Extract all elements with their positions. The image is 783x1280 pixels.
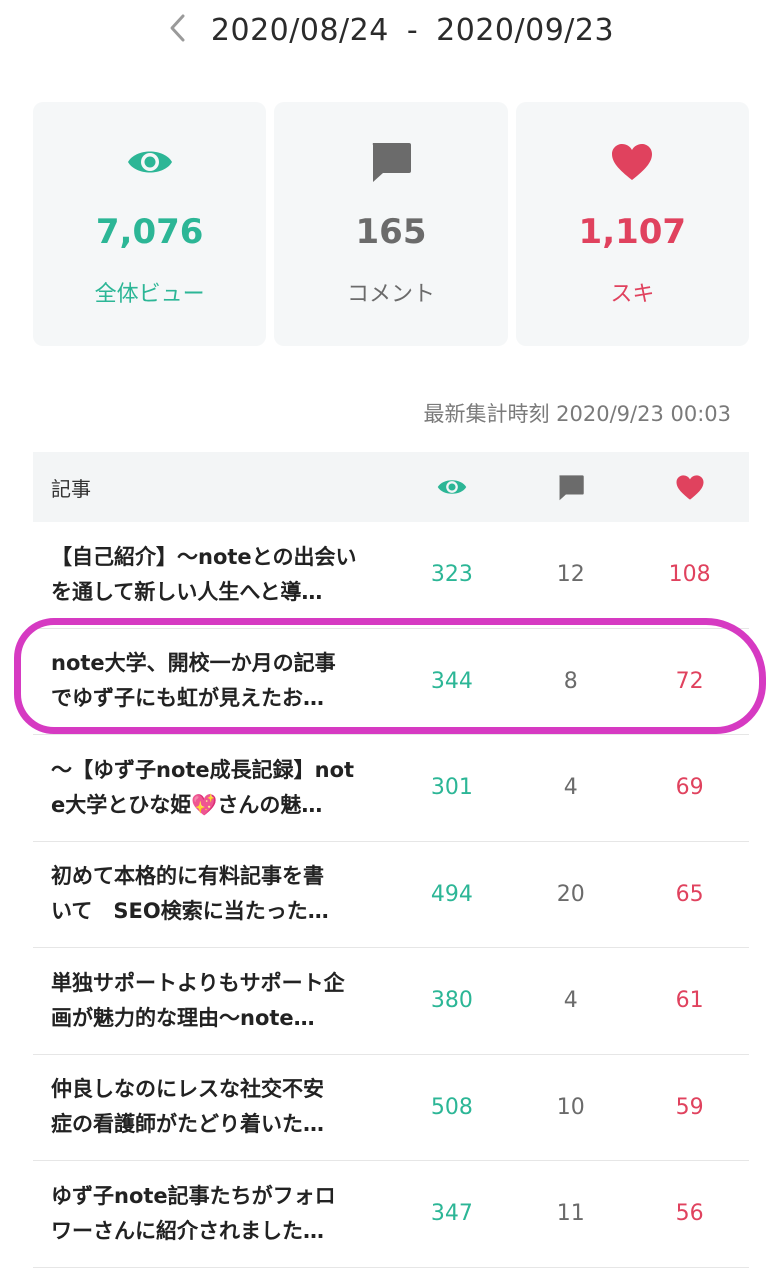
eye-icon	[437, 480, 467, 494]
likes-column-header[interactable]	[630, 474, 749, 501]
chevron-left-icon	[170, 14, 185, 42]
article-comments: 10	[556, 1094, 585, 1120]
last-updated-text: 最新集計時刻 2020/9/23 00:03	[423, 402, 731, 426]
article-views: 344	[430, 668, 473, 694]
comments-label: コメント	[346, 282, 435, 307]
date-separator: -	[406, 12, 419, 48]
comments-column-header[interactable]	[511, 474, 630, 501]
eye-icon	[126, 140, 174, 184]
article-title[interactable]: 初めて本格的に有料記事を書 いて SEO検索に当たった…	[33, 859, 393, 929]
article-comments: 4	[563, 775, 578, 801]
article-views: 323	[430, 562, 473, 588]
article-likes: 108	[668, 562, 711, 588]
table-row[interactable]: ゆず子note記事たちがフォロ ワーさんに紹介されました… 347 11 56	[33, 1161, 749, 1268]
article-comments: 4	[563, 988, 578, 1014]
comment-icon	[369, 140, 413, 184]
article-likes: 56	[675, 1201, 704, 1227]
article-views: 380	[430, 988, 473, 1014]
article-title[interactable]: 仲良しなのにレスな社交不安 症の看護師がたどり着いた…	[33, 1072, 393, 1142]
start-date: 2020/08/24	[210, 12, 389, 48]
article-views: 508	[430, 1094, 473, 1120]
article-likes: 59	[675, 1094, 704, 1120]
table-row[interactable]: 単独サポートよりもサポート企 画が魅力的な理由〜note… 380 4 61	[33, 948, 749, 1055]
article-views: 301	[430, 775, 473, 801]
article-list: 【自己紹介】〜noteとの出会い を通して新しい人生へと導… 323 12 10…	[33, 522, 749, 1268]
views-label: 全体ビュー	[94, 282, 205, 307]
comments-card: 165 コメント	[274, 102, 508, 346]
likes-total: 1,107	[578, 212, 687, 252]
article-comments: 12	[556, 562, 585, 588]
table-row[interactable]: note大学、開校一か月の記事 でゆず子にも虹が見えたお… 344 8 72	[33, 629, 749, 735]
likes-card: 1,107 スキ	[515, 102, 749, 346]
likes-label: スキ	[610, 282, 655, 307]
table-row[interactable]: 【自己紹介】〜noteとの出会い を通して新しい人生へと導… 323 12 10…	[33, 522, 749, 629]
table-row[interactable]: 〜【ゆず子note成長記録】not e大学とひな姫💖さんの魅… 301 4 69	[33, 735, 749, 842]
comments-total: 165	[355, 212, 427, 252]
article-comments: 20	[556, 881, 585, 907]
summary-cards: 7,076 全体ビュー 165 コメント 1,107 スキ	[33, 102, 749, 346]
article-title[interactable]: note大学、開校一か月の記事 でゆず子にも虹が見えたお…	[33, 646, 393, 716]
article-likes: 65	[675, 881, 704, 907]
heart-icon	[676, 474, 704, 500]
article-title[interactable]: 〜【ゆず子note成長記録】not e大学とひな姫💖さんの魅…	[33, 753, 393, 823]
table-header-title: 記事	[51, 476, 91, 501]
back-button[interactable]	[162, 10, 192, 46]
table-row[interactable]: 初めて本格的に有料記事を書 いて SEO検索に当たった… 494 20 65	[33, 842, 749, 948]
article-title[interactable]: 単独サポートよりもサポート企 画が魅力的な理由〜note…	[33, 966, 393, 1036]
date-range-header: 2020/08/24 - 2020/09/23	[0, 0, 783, 60]
date-range: 2020/08/24 - 2020/09/23	[211, 13, 614, 48]
article-title[interactable]: ゆず子note記事たちがフォロ ワーさんに紹介されました…	[33, 1179, 393, 1249]
article-comments: 11	[556, 1201, 585, 1227]
heart-icon	[610, 140, 654, 184]
article-views: 494	[430, 881, 473, 907]
comment-icon	[559, 474, 584, 500]
article-views: 347	[430, 1201, 473, 1227]
article-likes: 69	[675, 775, 704, 801]
article-title[interactable]: 【自己紹介】〜noteとの出会い を通して新しい人生へと導…	[33, 540, 393, 610]
table-row[interactable]: 仲良しなのにレスな社交不安 症の看護師がたどり着いた… 508 10 59	[33, 1055, 749, 1161]
views-column-header[interactable]	[393, 476, 512, 498]
article-likes: 72	[675, 668, 704, 694]
views-total: 7,076	[95, 212, 204, 252]
article-likes: 61	[675, 988, 704, 1014]
article-comments: 8	[563, 668, 578, 694]
views-card: 7,076 全体ビュー	[33, 102, 267, 346]
table-header: 記事	[33, 452, 749, 522]
end-date: 2020/09/23	[436, 12, 615, 48]
